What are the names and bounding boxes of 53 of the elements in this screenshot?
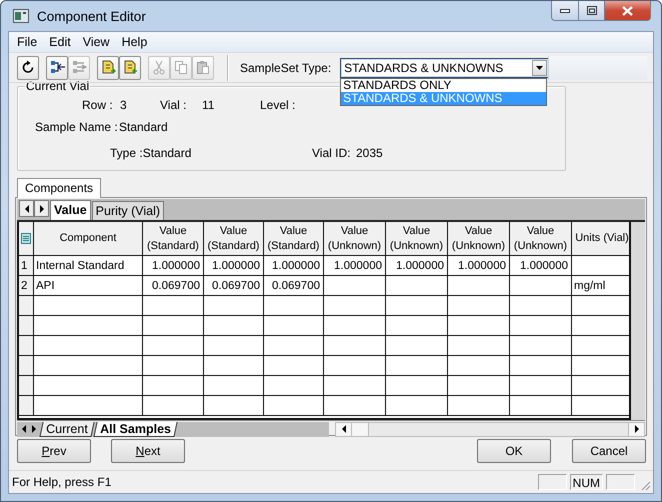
dialog-button[interactable]: Next: [111, 439, 185, 464]
dialog-button[interactable]: Prev: [17, 439, 91, 464]
field-label: Row :: [82, 98, 114, 112]
tab[interactable]: Value: [50, 200, 91, 220]
field-label: SampleSet Type:: [240, 60, 332, 75]
table-cell: Internal Standard: [34, 256, 143, 276]
status-indicator: NUM: [570, 474, 603, 490]
table-cell: 0.069700: [204, 276, 264, 296]
column-header: Component: [34, 222, 143, 256]
table-cell: 1.000000: [204, 256, 264, 276]
column-header: Value (Standard): [143, 222, 204, 256]
menu-item[interactable]: Edit: [43, 34, 77, 49]
field-label: Level :: [260, 98, 296, 112]
dialog-button[interactable]: OK: [477, 439, 551, 464]
window-title: Component Editor: [37, 8, 146, 24]
row-header: 2: [19, 276, 34, 296]
menu-item[interactable]: View: [76, 34, 116, 49]
table-cell: API: [34, 276, 143, 296]
column-header: Value (Standard): [204, 222, 264, 256]
field-label: Sample Name :: [35, 120, 119, 134]
status-text: For Help, press F1: [12, 475, 112, 490]
dropdown-option[interactable]: STANDARDS ONLY: [341, 78, 546, 92]
column-header: Units (Vial): [572, 222, 629, 256]
field-label: Vial :: [160, 98, 188, 112]
menu-item[interactable]: Help: [116, 34, 154, 49]
field-value: Standard: [142, 146, 192, 160]
table-cell: 1.000000: [324, 256, 386, 276]
table-cell: 1.000000: [448, 256, 510, 276]
column-header: Value (Unknown): [386, 222, 448, 256]
row-header: 1: [19, 256, 34, 276]
table-cell: 0.069700: [143, 276, 204, 296]
table-cell: mg/ml: [572, 276, 629, 296]
table-cell: 1.000000: [264, 256, 324, 276]
field-label: Type :: [110, 146, 143, 160]
field-value: 2035: [356, 146, 383, 160]
field-value: 11: [202, 98, 214, 112]
tab[interactable]: All Samples: [93, 422, 178, 437]
tab[interactable]: Components: [17, 178, 102, 198]
column-header: Value (Unknown): [510, 222, 572, 256]
field-value: Standard: [119, 120, 168, 134]
field-label: Vial ID:: [312, 146, 352, 160]
field-value: 3: [120, 98, 127, 112]
menu-item[interactable]: File: [11, 34, 44, 49]
column-header: Value (Unknown): [448, 222, 510, 256]
table-cell: 1.000000: [143, 256, 204, 276]
tab[interactable]: Current: [39, 422, 94, 437]
dialog-button[interactable]: Cancel: [572, 439, 646, 464]
tab[interactable]: Purity (Vial): [92, 201, 164, 220]
table-cell: 1.000000: [510, 256, 572, 276]
column-header: Value (Standard): [264, 222, 324, 256]
table-cell: 0.069700: [264, 276, 324, 296]
column-header: Value (Unknown): [324, 222, 386, 256]
table-cell: 1.000000: [386, 256, 448, 276]
